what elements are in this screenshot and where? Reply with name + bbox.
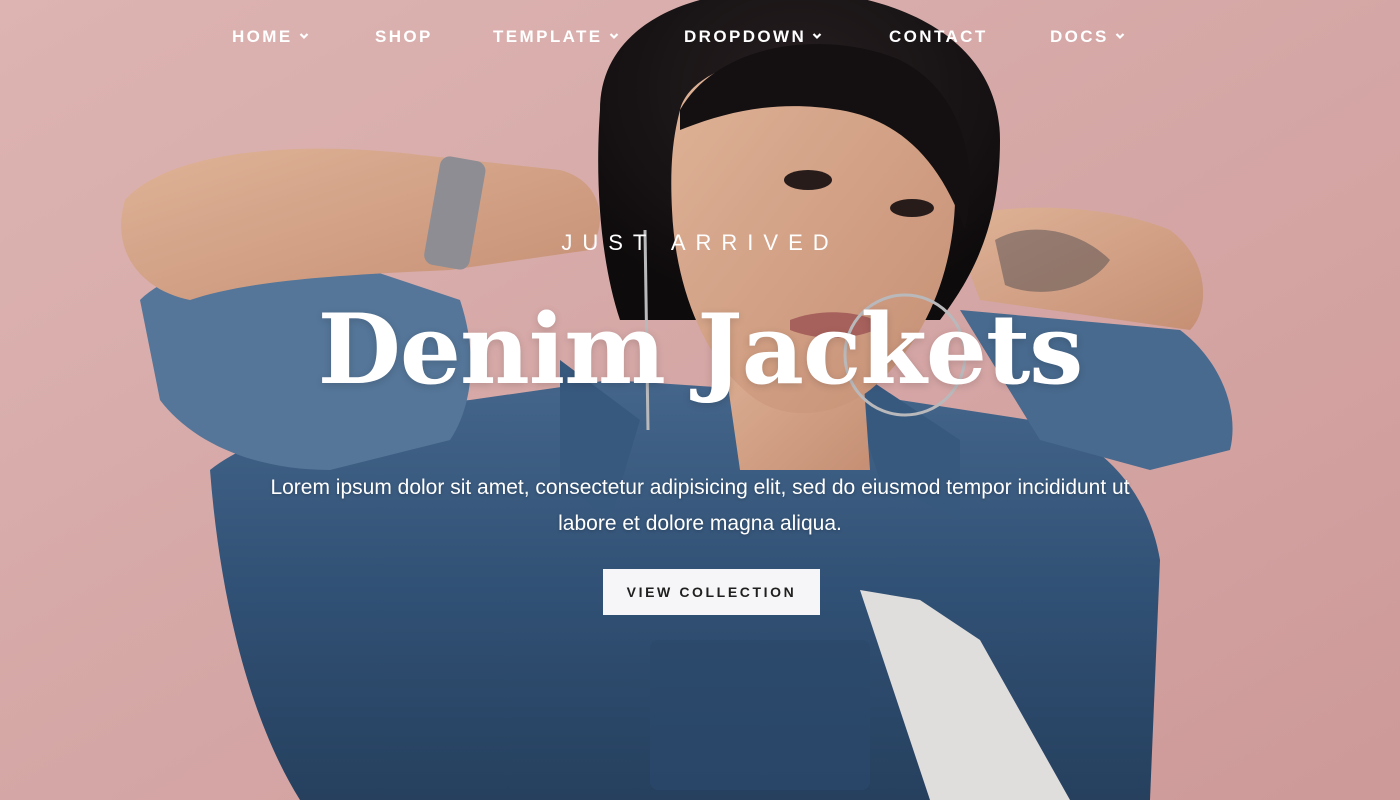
hero-eyebrow: JUST ARRIVED — [561, 230, 839, 255]
chevron-down-icon — [299, 33, 308, 40]
nav-item-home[interactable]: HOME — [232, 22, 309, 52]
nav-item-label: SHOP — [375, 27, 433, 46]
nav-item-label: HOME — [232, 27, 293, 46]
hero-section: HOME SHOP TEMPLATE DROPDOWN CONTACT DOCS… — [0, 0, 1400, 800]
nav-item-label: CONTACT — [889, 27, 988, 46]
nav-item-label: DROPDOWN — [684, 27, 807, 46]
nav-item-contact[interactable]: CONTACT — [889, 22, 988, 52]
hero-description: Lorem ipsum dolor sit amet, consectetur … — [270, 476, 1130, 535]
nav-item-docs[interactable]: DOCS — [1050, 22, 1125, 52]
chevron-down-icon — [812, 33, 822, 40]
chevron-down-icon — [609, 33, 618, 40]
hero-title: Denim Jackets — [317, 293, 1084, 406]
nav-item-label: TEMPLATE — [493, 27, 603, 46]
nav-item-label: DOCS — [1050, 27, 1109, 46]
nav-item-shop[interactable]: SHOP — [375, 22, 433, 52]
main-nav: HOME SHOP TEMPLATE DROPDOWN CONTACT DOCS — [0, 22, 1400, 52]
nav-item-dropdown[interactable]: DROPDOWN — [684, 22, 822, 52]
chevron-down-icon — [1115, 33, 1124, 40]
view-collection-button[interactable]: VIEW COLLECTION — [603, 569, 820, 615]
nav-item-template[interactable]: TEMPLATE — [493, 22, 619, 52]
